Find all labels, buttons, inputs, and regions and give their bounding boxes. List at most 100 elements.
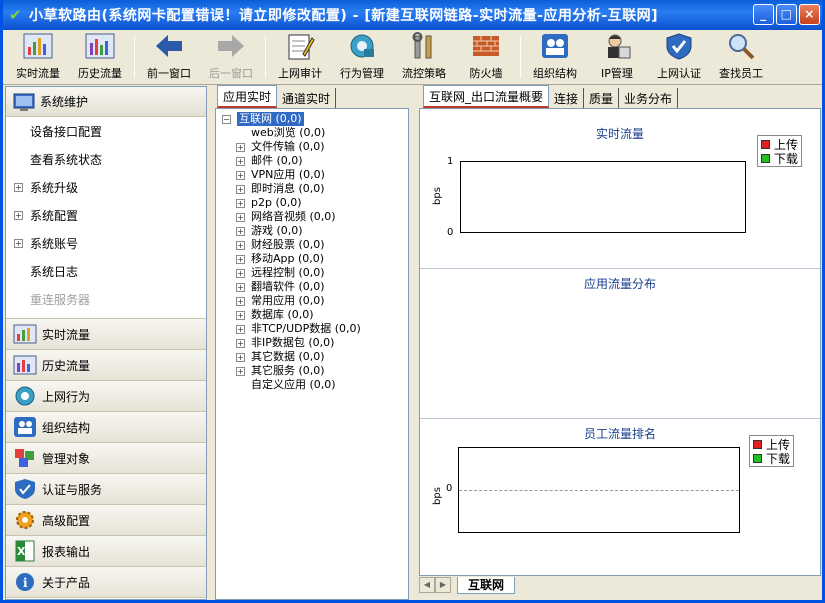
- nav-item-system-log[interactable]: 系统日志: [6, 257, 206, 285]
- nav-item-interface-config[interactable]: 设备接口配置: [6, 117, 206, 145]
- tree-node[interactable]: + 移动App (0,0): [222, 252, 408, 266]
- expand-icon[interactable]: +: [236, 366, 245, 376]
- expand-icon[interactable]: +: [236, 212, 245, 222]
- scroll-right-icon[interactable]: ▶: [435, 577, 451, 593]
- tree-node[interactable]: + VPN应用 (0,0): [222, 168, 408, 182]
- forward-arrow-icon: [216, 31, 246, 61]
- expand-icon[interactable]: +: [236, 240, 245, 250]
- nav-item-system-upgrade[interactable]: + 系统升级: [6, 173, 206, 201]
- tree-node[interactable]: + 网络音视频 (0,0): [222, 210, 408, 224]
- expand-icon[interactable]: +: [14, 182, 23, 192]
- collapse-icon[interactable]: −: [222, 114, 231, 124]
- main-toolbar: 实时流量 历史流量 前一窗口 后一窗口 上网审计 行为管理 流控策略 防火墙 组…: [3, 30, 822, 85]
- toolbar-auth[interactable]: 上网认证: [648, 30, 710, 84]
- expand-icon[interactable]: +: [236, 142, 245, 152]
- tree-node[interactable]: + 常用应用 (0,0): [222, 294, 408, 308]
- expand-icon[interactable]: +: [236, 282, 245, 292]
- expand-icon[interactable]: +: [236, 198, 245, 208]
- nav-item-reconnect-server[interactable]: 重连服务器: [6, 285, 206, 313]
- toolbar-history-traffic[interactable]: 历史流量: [69, 30, 131, 84]
- nav-group-org[interactable]: 组织结构: [6, 412, 206, 443]
- tree-node[interactable]: 自定义应用 (0,0): [222, 378, 408, 392]
- tree-node[interactable]: + 非TCP/UDP数据 (0,0): [222, 322, 408, 336]
- nav-group-about[interactable]: i 关于产品: [6, 567, 206, 598]
- expand-icon[interactable]: +: [236, 184, 245, 194]
- tree-node[interactable]: + 邮件 (0,0): [222, 154, 408, 168]
- tree-node[interactable]: + 数据库 (0,0): [222, 308, 408, 322]
- expand-icon[interactable]: +: [236, 296, 245, 306]
- tab-business-distribution[interactable]: 业务分布: [619, 88, 679, 108]
- toolbar-label: 后一窗口: [209, 67, 253, 80]
- minimize-button[interactable]: _: [753, 4, 774, 25]
- nav-item-label: 系统日志: [30, 264, 79, 279]
- close-button[interactable]: ×: [799, 4, 820, 25]
- legend-label: 下载: [774, 151, 799, 166]
- toolbar-find-employee[interactable]: 查找员工: [710, 30, 772, 84]
- tab-channel-realtime[interactable]: 通道实时: [277, 88, 337, 108]
- toolbar-label: 流控策略: [402, 67, 446, 80]
- toolbar-forward[interactable]: 后一窗口: [200, 30, 262, 84]
- tree-node[interactable]: + 非IP数据包 (0,0): [222, 336, 408, 350]
- maximize-button[interactable]: □: [776, 4, 797, 25]
- tree-root[interactable]: − 互联网 (0,0): [222, 112, 408, 126]
- expand-icon[interactable]: +: [236, 226, 245, 236]
- expand-icon[interactable]: +: [236, 352, 245, 362]
- tab-quality[interactable]: 质量: [584, 88, 620, 108]
- tree-node[interactable]: + 即时消息 (0,0): [222, 182, 408, 196]
- toolbar-audit[interactable]: 上网审计: [269, 30, 331, 84]
- toolbar-back[interactable]: 前一窗口: [138, 30, 200, 84]
- nav-item-system-account[interactable]: + 系统账号: [6, 229, 206, 257]
- nav-group-browsing[interactable]: 上网行为: [6, 381, 206, 412]
- scroll-left-icon[interactable]: ◀: [419, 577, 435, 593]
- tree-node[interactable]: + p2p (0,0): [222, 196, 408, 210]
- expand-icon[interactable]: +: [236, 170, 245, 180]
- expand-icon[interactable]: +: [14, 210, 23, 220]
- expand-icon[interactable]: +: [236, 268, 245, 278]
- nav-item-label: 重连服务器: [30, 292, 91, 307]
- tree-node[interactable]: + 文件传输 (0,0): [222, 140, 408, 154]
- toolbar-flow-policy[interactable]: 流控策略: [393, 30, 455, 84]
- tree-node-label: 翻墙软件 (0,0): [251, 280, 325, 293]
- nav-group-report-output[interactable]: X 报表输出: [6, 536, 206, 567]
- title-bar[interactable]: ✔ 小草软路由(系统网卡配置错误！请立即修改配置) - [新建互联网链路-实时流…: [3, 0, 822, 30]
- tab-connections[interactable]: 连接: [549, 88, 585, 108]
- expand-icon[interactable]: +: [236, 156, 245, 166]
- nav-group-history[interactable]: 历史流量: [6, 350, 206, 381]
- expand-icon[interactable]: +: [236, 338, 245, 348]
- tree-node[interactable]: + 财经股票 (0,0): [222, 238, 408, 252]
- expand-icon[interactable]: +: [14, 238, 23, 248]
- toolbar-realtime-traffic[interactable]: 实时流量: [7, 30, 69, 84]
- nav-group-label: 历史流量: [42, 358, 91, 373]
- tree-node[interactable]: web浏览 (0,0): [222, 126, 408, 140]
- zero-gridline: [459, 490, 739, 491]
- ranking-legend: 上传 下载: [749, 435, 795, 467]
- audit-notepad-icon: [285, 31, 315, 61]
- toolbar-label: 实时流量: [16, 67, 60, 80]
- expand-icon[interactable]: +: [236, 324, 245, 334]
- nav-group-auth-services[interactable]: 认证与服务: [6, 474, 206, 505]
- tree-node[interactable]: + 其它服务 (0,0): [222, 364, 408, 378]
- tab-app-realtime[interactable]: 应用实时: [217, 85, 278, 108]
- tab-internet-outbound-summary[interactable]: 互联网_出口流量概要: [423, 85, 550, 108]
- nav-group-realtime[interactable]: 实时流量: [6, 319, 206, 350]
- nav-item-system-status[interactable]: 查看系统状态: [6, 145, 206, 173]
- tree-node[interactable]: + 翻墙软件 (0,0): [222, 280, 408, 294]
- tree-node[interactable]: + 其它数据 (0,0): [222, 350, 408, 364]
- tree-node[interactable]: + 游戏 (0,0): [222, 224, 408, 238]
- sheet-tab-internet[interactable]: 互联网: [457, 576, 516, 594]
- tree-node[interactable]: + 远程控制 (0,0): [222, 266, 408, 280]
- toolbar-org[interactable]: 组织结构: [524, 30, 586, 84]
- nav-group-advanced-config[interactable]: 高级配置: [6, 505, 206, 536]
- expand-icon[interactable]: +: [236, 310, 245, 320]
- nav-group-label: 关于产品: [42, 575, 91, 590]
- magnifier-icon: [726, 31, 756, 61]
- tree-node-label: 远程控制 (0,0): [251, 266, 325, 279]
- toolbar-behavior[interactable]: 行为管理: [331, 30, 393, 84]
- expand-icon[interactable]: +: [236, 254, 245, 264]
- toolbar-firewall[interactable]: 防火墙: [455, 30, 517, 84]
- upload-swatch: [753, 439, 762, 449]
- toolbar-ip[interactable]: IP管理: [586, 30, 648, 84]
- nav-item-system-config[interactable]: + 系统配置: [6, 201, 206, 229]
- nav-header-system-maintenance[interactable]: 系统维护: [6, 87, 206, 117]
- nav-group-managed-objects[interactable]: 管理对象: [6, 443, 206, 474]
